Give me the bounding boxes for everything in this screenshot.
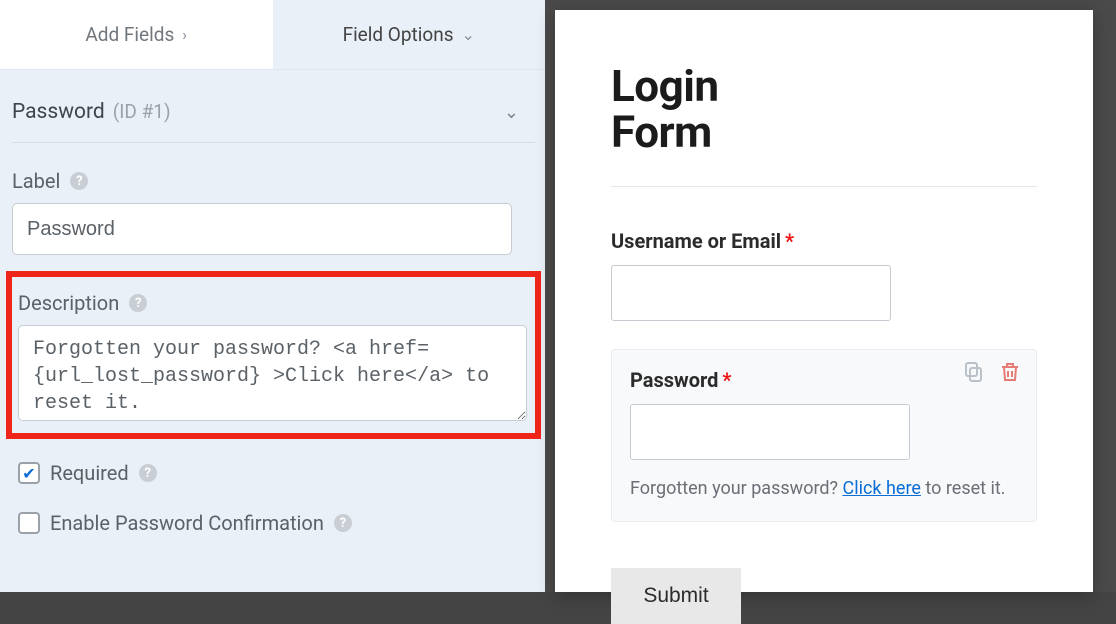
preview-area: Login Form Username or Email* xyxy=(545,0,1116,592)
tab-add-fields[interactable]: Add Fields › xyxy=(0,0,273,69)
required-star-icon: * xyxy=(722,368,731,392)
help-icon[interactable]: ? xyxy=(334,514,352,532)
setting-description-highlight: Description ? Forgotten your password? <… xyxy=(6,271,541,439)
section-collapse-icon[interactable]: ⌄ xyxy=(504,102,529,123)
label-text: Password xyxy=(630,368,718,392)
password-input[interactable] xyxy=(630,404,910,460)
panel-body: Password (ID #1) ⌄ Label ? Description ?… xyxy=(0,70,545,561)
confirm-checkbox[interactable] xyxy=(18,512,40,534)
section-header: Password (ID #1) ⌄ xyxy=(12,100,535,143)
field-username[interactable]: Username or Email* xyxy=(611,229,1037,321)
section-title: Password xyxy=(12,100,105,124)
trash-icon[interactable] xyxy=(998,360,1022,384)
field-settings-panel: Add Fields › Field Options ⌄ Password (I… xyxy=(0,0,545,592)
setting-caption: Description xyxy=(18,291,119,315)
password-hint: Forgotten your password? Click here to r… xyxy=(630,476,1018,501)
field-label: Password* xyxy=(630,368,1018,392)
setting-caption: Label xyxy=(12,169,60,193)
field-password[interactable]: Password* Forgotten your password? Click… xyxy=(611,349,1037,522)
description-textarea[interactable]: Forgotten your password? <a href={url_lo… xyxy=(18,325,527,421)
checkbox-label: Enable Password Confirmation xyxy=(50,511,324,535)
tab-label: Add Fields xyxy=(85,23,174,46)
help-icon[interactable]: ? xyxy=(129,294,147,312)
required-checkbox[interactable] xyxy=(18,462,40,484)
hint-prefix: Forgotten your password? xyxy=(630,478,843,499)
chevron-down-icon: ⌄ xyxy=(462,25,475,44)
chevron-right-icon: › xyxy=(182,25,187,44)
duplicate-icon[interactable] xyxy=(962,360,986,384)
field-actions xyxy=(962,360,1022,384)
tab-field-options[interactable]: Field Options ⌄ xyxy=(273,0,546,69)
required-star-icon: * xyxy=(785,229,794,253)
label-text: Username or Email xyxy=(611,229,781,253)
title-rule xyxy=(611,186,1037,187)
tab-label: Field Options xyxy=(343,23,454,46)
preview-card: Login Form Username or Email* xyxy=(555,10,1093,592)
section-title-wrap: Password (ID #1) xyxy=(12,100,171,124)
form-title: Login Form xyxy=(611,64,781,156)
help-icon[interactable]: ? xyxy=(70,172,88,190)
setting-required: Required ? xyxy=(18,461,535,485)
reset-password-link[interactable]: Click here xyxy=(843,478,921,499)
help-icon[interactable]: ? xyxy=(139,464,157,482)
submit-button[interactable]: Submit xyxy=(611,568,741,624)
checkbox-label: Required xyxy=(50,461,129,485)
section-id: (ID #1) xyxy=(113,100,171,123)
username-input[interactable] xyxy=(611,265,891,321)
hint-suffix: to reset it. xyxy=(921,478,1006,499)
field-label: Username or Email* xyxy=(611,229,1037,253)
label-input[interactable] xyxy=(12,203,512,255)
panel-tabs: Add Fields › Field Options ⌄ xyxy=(0,0,545,70)
setting-label: Label ? xyxy=(12,169,529,255)
setting-confirm: Enable Password Confirmation ? xyxy=(18,511,535,535)
